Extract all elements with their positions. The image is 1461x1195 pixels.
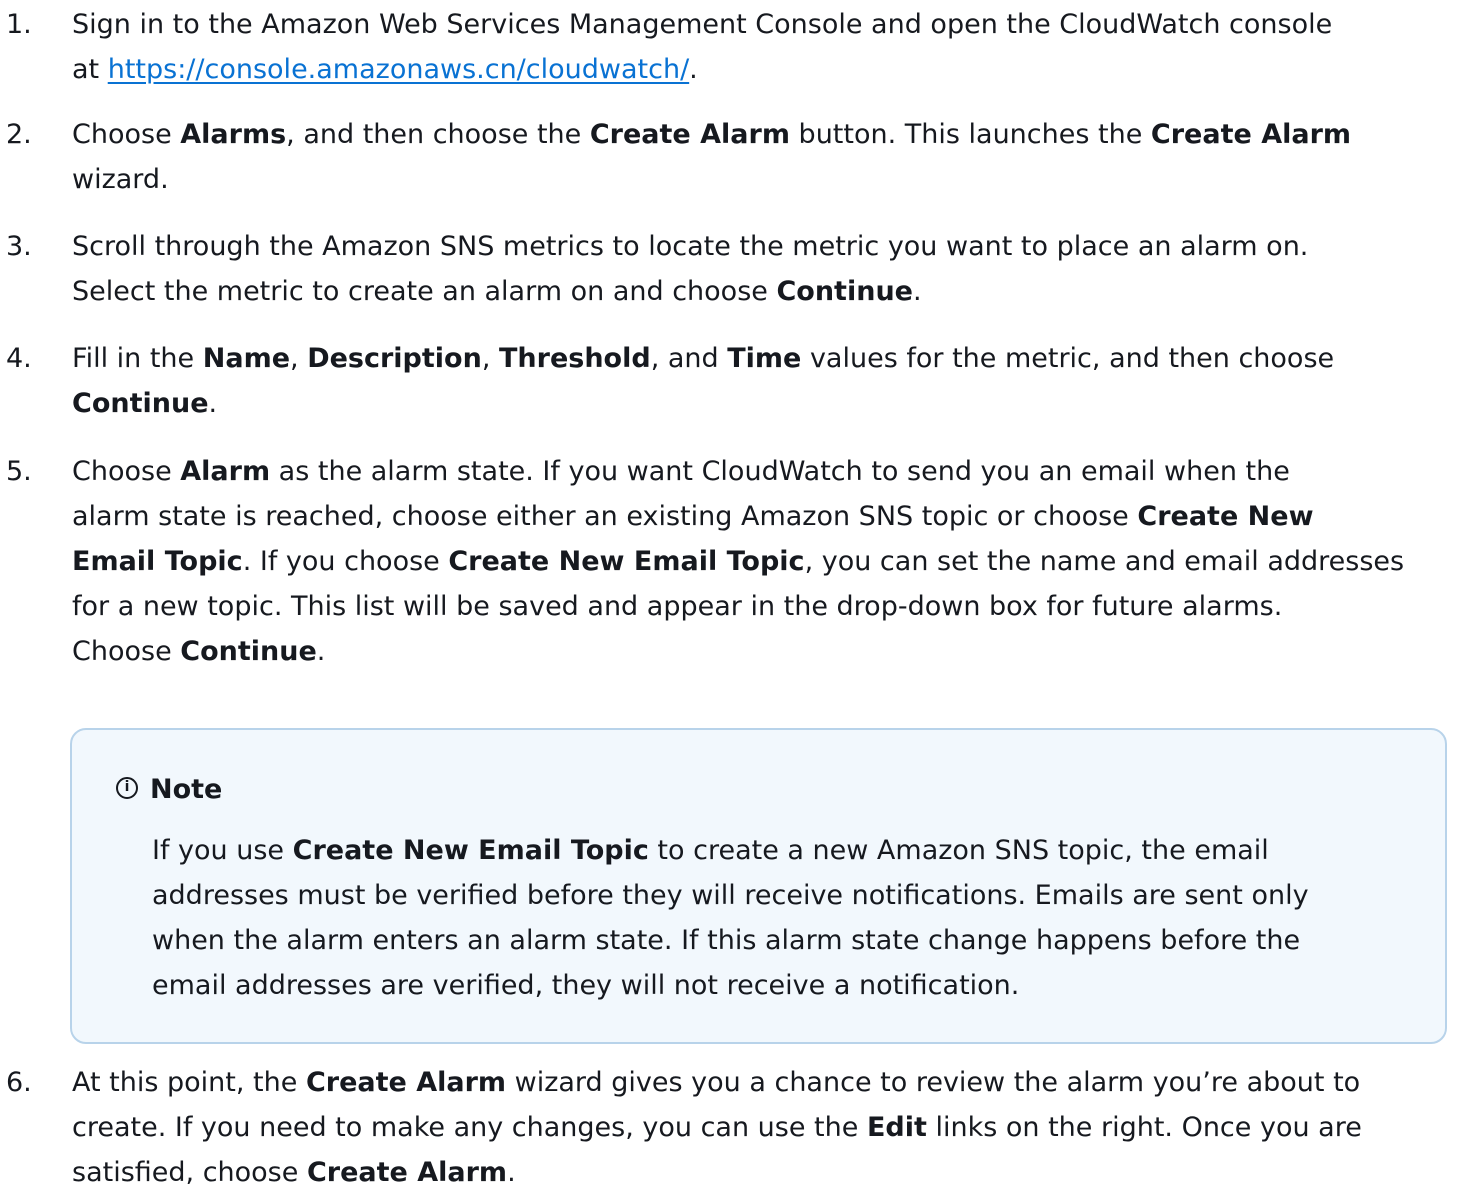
step-number: 6. [6,1067,32,1098]
text-run: At this point, the [72,1067,306,1098]
ui-term: Continue [180,636,317,667]
cloudwatch-console-link[interactable]: https://console.amazonaws.cn/cloudwatch/ [108,54,689,85]
step-number: 5. [6,456,32,487]
text-run: alarm state is reached, choose either an… [72,501,1138,532]
step-text: Scroll through the Amazon SNS metrics to… [72,224,1452,314]
step-number: 1. [6,9,32,40]
step-line: Sign in to the Amazon Web Services Manag… [72,2,1452,47]
text-run: wizard. [72,164,169,195]
note-callout: i Note If you use Create New Email Topic … [70,728,1447,1044]
step-text: Choose Alarm as the alarm state. If you … [72,449,1452,674]
text-run: as the alarm state. If you want CloudWat… [270,456,1290,487]
ui-term: Create New Email Topic [448,546,805,577]
text-run: Choose [72,636,181,667]
text-run: to create a new Amazon SNS topic, the em… [648,835,1269,866]
step-line: At this point, the Create Alarm wizard g… [72,1060,1452,1105]
note-header: i Note [116,768,222,812]
text-run: . [912,276,922,307]
note-line: If you use Create New Email Topic to cre… [152,828,1442,873]
text-run: addresses must be verified before they w… [152,880,1309,911]
ui-term: Continue [776,276,913,307]
ui-term: Edit [866,1112,927,1143]
ui-term: Create Alarm [1150,119,1352,150]
step-text: Fill in the Name, Description, Threshold… [72,336,1452,426]
text-run: , you can set the name and email address… [804,546,1405,577]
text-run: . [689,54,698,85]
step-line: create. If you need to make any changes,… [72,1105,1452,1150]
text-run: Sign in to the Amazon Web Services Manag… [72,9,1333,40]
text-run: Fill in the [72,343,203,374]
text-run: Scroll through the Amazon SNS metrics to… [72,231,1309,262]
text-run: . If you choose [242,546,449,577]
note-line: addresses must be verified before they w… [152,873,1442,918]
ui-term: Email Topic [72,546,243,577]
step-line: Choose Alarm as the alarm state. If you … [72,449,1452,494]
step-text: Choose Alarms, and then choose the Creat… [72,112,1452,202]
text-run: Choose [72,119,181,150]
text-run: , and then choose the [286,119,590,150]
text-run: . [208,388,218,419]
step-line: Fill in the Name, Description, Threshold… [72,336,1452,381]
text-run: create. If you need to make any changes,… [72,1112,867,1143]
note-line: email addresses are verified, they will … [152,963,1442,1008]
text-run: If you use [152,835,293,866]
step-text: Sign in to the Amazon Web Services Manag… [72,2,1452,92]
step-line: at https://console.amazonaws.cn/cloudwat… [72,47,1452,92]
note-title: Note [150,774,223,805]
ui-term: Threshold [499,343,651,374]
text-run: Choose [72,456,181,487]
text-run: at [72,54,108,85]
ui-term: Alarms [180,119,287,150]
note-line: when the alarm enters an alarm state. If… [152,918,1442,963]
text-run: when the alarm enters an alarm state. If… [152,925,1301,956]
ui-term: Create Alarm [589,119,790,150]
step-number: 3. [6,231,32,262]
step-line: for a new topic. This list will be saved… [72,584,1452,629]
step-line: satisfied, choose Create Alarm. [72,1150,1452,1195]
step-line: Email Topic. If you choose Create New Em… [72,539,1452,584]
ui-term: Create Alarm [305,1067,507,1098]
ui-term: Create New [1137,501,1314,532]
step-number: 2. [6,119,32,150]
step-line: Select the metric to create an alarm on … [72,269,1452,314]
text-run: , [481,343,499,374]
text-run: links on the right. Once you are [926,1112,1362,1143]
step-line: alarm state is reached, choose either an… [72,494,1452,539]
step-line: Continue. [72,381,1452,426]
text-run: . [507,1157,516,1188]
note-body: If you use Create New Email Topic to cre… [152,828,1442,1008]
text-run: button. This launches the [789,119,1151,150]
info-icon: i [116,776,138,799]
text-run: Select the metric to create an alarm on … [72,276,777,307]
ui-term: Create Alarm [306,1157,508,1188]
ui-term: Alarm [180,456,271,487]
text-run: satisfied, choose [72,1157,307,1188]
step-line: Choose Alarms, and then choose the Creat… [72,112,1452,157]
step-text: At this point, the Create Alarm wizard g… [72,1060,1452,1195]
text-run: values for the metric, and then choose [801,343,1335,374]
ui-term: Name [202,343,291,374]
text-run: wizard gives you a chance to review the … [506,1067,1361,1098]
ui-term: Continue [72,388,209,419]
text-run: . [316,636,326,667]
ui-term: Create New Email Topic [292,835,649,866]
text-run: , and [650,343,728,374]
step-line: wizard. [72,157,1452,202]
ui-term: Time [727,343,802,374]
text-run: for a new topic. This list will be saved… [72,591,1283,622]
ui-term: Description [307,343,482,374]
step-line: Choose Continue. [72,629,1452,674]
text-run: email addresses are verified, they will … [152,970,1020,1001]
step-line: Scroll through the Amazon SNS metrics to… [72,224,1452,269]
step-number: 4. [6,343,32,374]
text-run: , [290,343,308,374]
